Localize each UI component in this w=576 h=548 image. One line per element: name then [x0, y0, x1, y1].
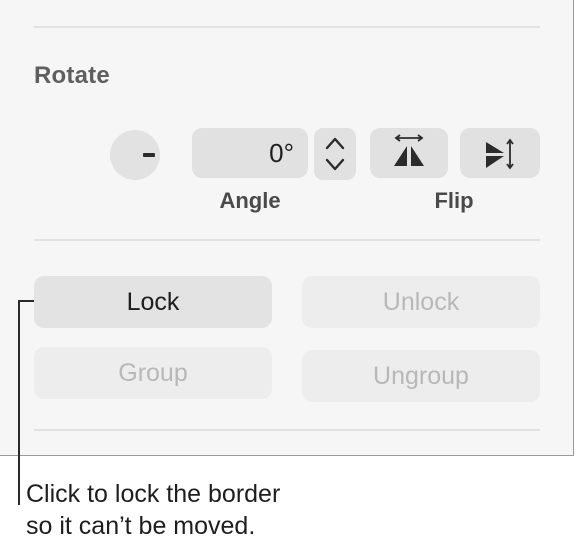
ungroup-button[interactable]: Ungroup: [302, 350, 540, 402]
rotation-knob-indicator: [143, 153, 155, 157]
callout-line-2: so it can’t be moved.: [26, 512, 256, 540]
angle-stepper[interactable]: [314, 128, 356, 180]
callout-leader-line: [18, 300, 20, 505]
flip-horizontal-button[interactable]: [370, 128, 448, 178]
bottom-divider: [34, 429, 540, 431]
callout-annotation: Click to lock the border so it can’t be …: [26, 478, 386, 542]
rotate-section-title: Rotate: [34, 62, 110, 89]
flip-vertical-button[interactable]: [460, 128, 540, 178]
screenshot-stage: Rotate 0° Angle Flip Lock Unlock Group U…: [0, 0, 576, 548]
callout-line-1: Click to lock the border: [26, 480, 281, 508]
flip-horizontal-icon: [394, 134, 424, 166]
angle-caption: Angle: [219, 188, 281, 213]
flip-vertical-icon: [486, 138, 514, 170]
angle-input[interactable]: 0°: [192, 128, 308, 178]
lock-button[interactable]: Lock: [34, 276, 272, 328]
chevron-up-down-icon: [325, 137, 345, 171]
unlock-button[interactable]: Unlock: [302, 276, 540, 328]
middle-divider: [34, 239, 540, 241]
format-sidebar-panel: Rotate 0° Angle Flip Lock Unlock Group U…: [0, 0, 574, 456]
top-divider: [34, 26, 540, 28]
group-button[interactable]: Group: [34, 347, 272, 399]
callout-leader-tick: [18, 300, 34, 302]
flip-caption: Flip: [434, 188, 474, 213]
